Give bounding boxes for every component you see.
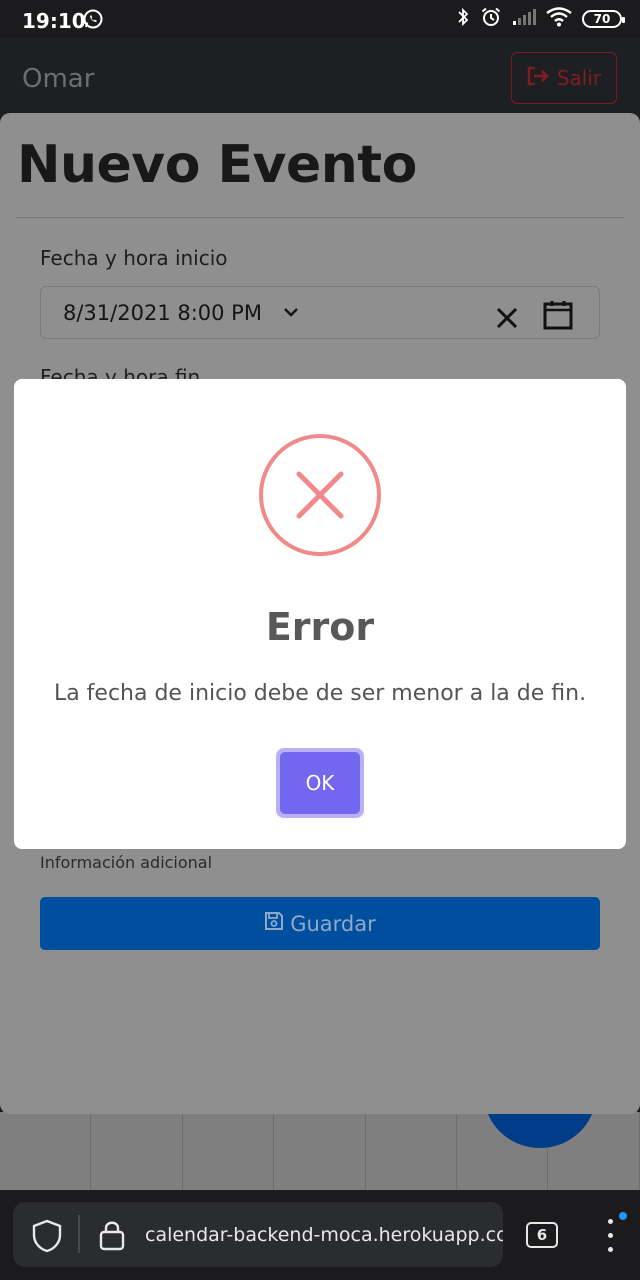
save-button[interactable]: Guardar <box>40 897 600 950</box>
calendar-cell[interactable] <box>274 1112 366 1190</box>
lock-icon[interactable] <box>99 1219 125 1256</box>
save-label: Guardar <box>290 911 376 936</box>
alarm-icon <box>480 6 502 33</box>
address-divider <box>78 1215 80 1253</box>
sign-out-icon <box>527 66 549 91</box>
error-title: Error <box>265 605 375 649</box>
menu-dot <box>608 1219 613 1224</box>
battery-indicator: 70 <box>582 10 625 28</box>
menu-dot <box>608 1247 613 1252</box>
browser-toolbar: calendar-backend-moca.herokuapp.com 6 <box>0 1190 640 1280</box>
chevron-down-icon[interactable] <box>283 305 299 323</box>
error-dialog: Error La fecha de inicio debe de ser men… <box>14 379 626 849</box>
status-icons: 70 <box>456 6 625 33</box>
bluetooth-icon <box>456 6 470 33</box>
ok-label: OK <box>280 752 360 814</box>
shield-icon[interactable] <box>31 1219 63 1258</box>
clear-icon[interactable] <box>496 307 518 334</box>
error-icon <box>259 434 381 556</box>
menu-dot <box>608 1233 613 1238</box>
logout-label: Salir <box>556 66 602 90</box>
notification-dot <box>619 1212 627 1220</box>
ok-button[interactable]: OK <box>276 748 364 818</box>
start-date-label: Fecha y hora inicio <box>40 246 228 270</box>
navbar-user-name: Omar <box>22 64 95 94</box>
more-menu-icon[interactable] <box>598 1212 627 1256</box>
start-date-value: 8/31/2021 8:00 PM <box>63 301 262 325</box>
additional-info-label: Información adicional <box>40 853 213 872</box>
calendar-icon[interactable] <box>543 300 573 335</box>
navbar: Omar Salir <box>0 38 640 118</box>
calendar-cell[interactable] <box>91 1112 183 1190</box>
start-date-input[interactable]: 8/31/2021 8:00 PM <box>40 286 600 339</box>
calendar-cell[interactable] <box>366 1112 457 1190</box>
signal-icon <box>512 8 536 31</box>
wifi-icon <box>546 6 572 32</box>
url-text: calendar-backend-moca.herokuapp.com <box>145 1224 503 1246</box>
calendar-cell[interactable] <box>183 1112 275 1190</box>
address-bar[interactable]: calendar-backend-moca.herokuapp.com <box>13 1202 503 1267</box>
event-modal-title: Nuevo Evento <box>17 135 417 195</box>
status-bar: 19:10 70 <box>0 0 640 38</box>
error-message: La fecha de inicio debe de ser menor a l… <box>53 681 587 706</box>
whatsapp-icon <box>82 8 104 35</box>
logout-button[interactable]: Salir <box>511 52 617 104</box>
calendar-cell[interactable] <box>0 1112 92 1190</box>
divider <box>16 217 624 218</box>
tabs-button[interactable]: 6 <box>526 1222 558 1248</box>
save-icon <box>264 911 284 936</box>
status-time: 19:10 <box>22 9 86 33</box>
